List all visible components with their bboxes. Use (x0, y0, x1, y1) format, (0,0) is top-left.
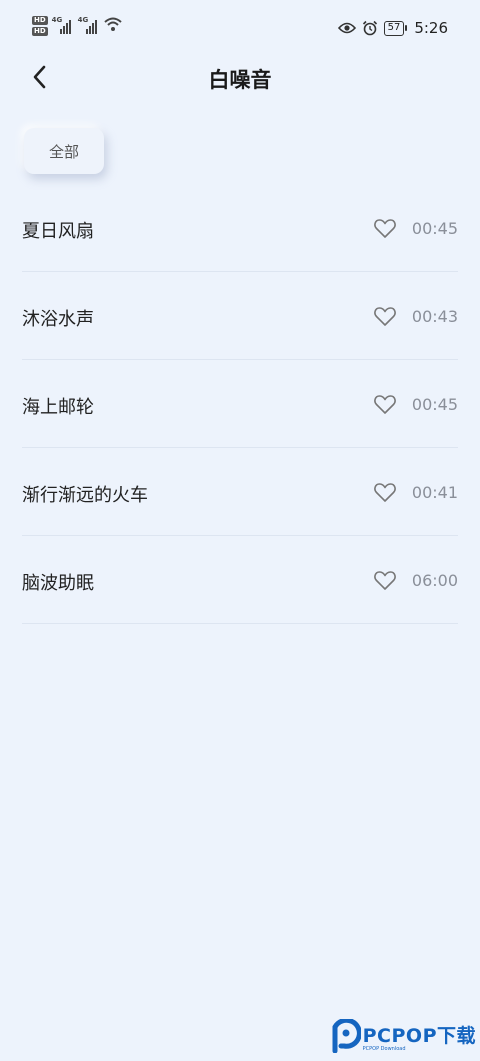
watermark-subtext: PCPOP Download (362, 1045, 406, 1052)
heart-icon[interactable] (373, 393, 397, 415)
sound-duration: 00:41 (411, 483, 458, 502)
sound-duration: 00:45 (411, 219, 458, 238)
filter-chip-all[interactable]: 全部 (24, 128, 104, 174)
signal-label: 4G (51, 16, 63, 24)
list-item[interactable]: 夏日风扇 00:45 (22, 184, 458, 272)
status-bar: HD HD 4G 4G 57 5:26 (0, 0, 480, 58)
hd-badge: HD (32, 16, 48, 25)
eye-icon (337, 22, 356, 34)
heart-icon[interactable] (373, 305, 397, 327)
sound-title: 渐行渐远的火车 (22, 485, 148, 506)
list-item[interactable]: 沐浴水声 00:43 (22, 272, 458, 360)
signal-icon: 4G (52, 16, 74, 34)
battery-indicator: 57 (383, 20, 408, 36)
signal-icon: 4G (78, 16, 100, 34)
signal-label: 4G (77, 16, 89, 24)
page-title: 白噪音 (208, 68, 272, 92)
sound-list: 夏日风扇 00:45 沐浴水声 00:43 海上邮轮 00:45 渐行渐远的火车… (22, 184, 458, 624)
sound-duration: 06:00 (411, 571, 458, 590)
list-item[interactable]: 海上邮轮 00:45 (22, 360, 458, 448)
sound-duration: 00:43 (411, 307, 458, 326)
header: 白噪音 (0, 58, 480, 98)
alarm-icon (362, 20, 377, 36)
heart-icon[interactable] (373, 481, 397, 503)
clock: 5:26 (414, 19, 448, 37)
sound-title: 夏日风扇 (22, 221, 94, 242)
heart-icon[interactable] (373, 569, 397, 591)
list-item[interactable]: 脑波助眠 06:00 (22, 536, 458, 624)
pcpop-logo-icon (332, 1019, 361, 1053)
sound-title: 海上邮轮 (22, 397, 94, 418)
hd-badge: HD (32, 27, 48, 36)
watermark: PCPOP下载 PCPOP Download (331, 1019, 476, 1053)
watermark-text: PCPOP下载 (362, 1024, 476, 1047)
list-item[interactable]: 渐行渐远的火车 00:41 (22, 448, 458, 536)
sound-duration: 00:45 (411, 395, 458, 414)
network-indicators: HD HD 4G 4G (32, 16, 122, 36)
heart-icon[interactable] (373, 217, 397, 239)
sound-title: 沐浴水声 (22, 309, 94, 330)
wifi-icon (104, 17, 122, 31)
sound-title: 脑波助眠 (22, 573, 94, 594)
